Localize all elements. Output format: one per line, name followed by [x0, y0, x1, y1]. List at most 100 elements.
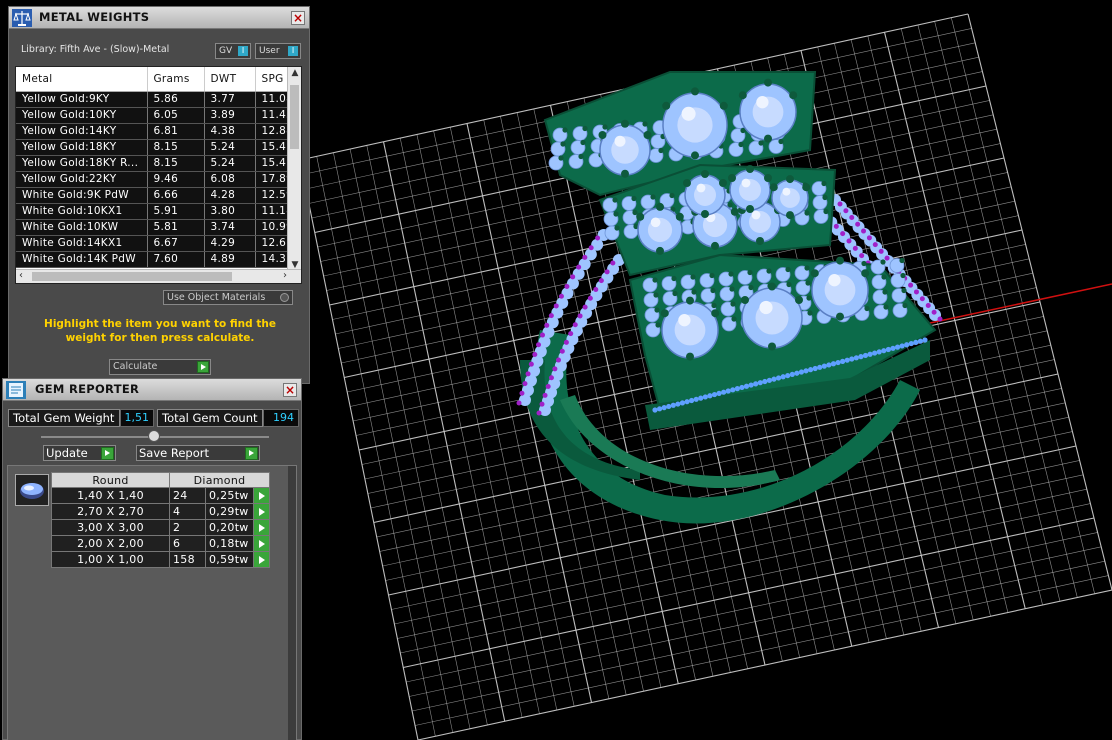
panel-title: METAL WEIGHTS — [39, 10, 150, 24]
save-report-label: Save Report — [139, 446, 210, 460]
library-label: Library: Fifth Ave - (Slow)-Metal — [21, 44, 170, 55]
gem-reporter-titlebar[interactable]: GEM REPORTER × — [3, 379, 301, 401]
metal-row[interactable]: Yellow Gold:18KY R... 8.15 5.24 15.41 — [16, 155, 295, 172]
gem-row[interactable]: 1,40 X 1,40 24 0,25tw — [51, 487, 270, 504]
metal-row[interactable]: White Gold:14K PdW 7.60 4.89 14.37 — [16, 251, 295, 268]
col-header-dwt[interactable]: DWT — [204, 67, 256, 92]
use-object-materials-label: Use Object Materials — [167, 292, 266, 303]
use-object-materials-toggle[interactable]: Use Object Materials — [163, 290, 293, 305]
metal-cell-metal: Yellow Gold:22KY — [16, 171, 148, 188]
metal-cell-dwt: 4.28 — [204, 187, 256, 204]
gem-cell-count: 24 — [169, 487, 206, 504]
calculate-label: Calculate — [113, 361, 158, 372]
gv-toggle[interactable]: GV I — [215, 43, 251, 59]
select-gem-button[interactable] — [253, 535, 270, 552]
play-icon — [245, 447, 258, 460]
metal-row[interactable]: Yellow Gold:10KY 6.05 3.89 11.43 — [16, 107, 295, 124]
gem-cell-weight: 0,20tw — [205, 519, 254, 536]
metal-cell-metal: Yellow Gold:10KY — [16, 107, 148, 124]
metal-cell-dwt: 5.24 — [204, 139, 256, 156]
hscroll-thumb[interactable] — [32, 272, 232, 281]
gem-list-area: Round Diamond 1,40 X 1,40 24 0,25tw 2,70 X … — [7, 465, 297, 740]
metal-cell-dwt: 6.08 — [204, 171, 256, 188]
metal-row[interactable]: Yellow Gold:14KY 6.81 4.38 12.88 — [16, 123, 295, 140]
close-icon[interactable]: × — [291, 11, 305, 25]
gem-cell-count: 2 — [169, 519, 206, 536]
gem-table: Round Diamond 1,40 X 1,40 24 0,25tw 2,70 X … — [51, 472, 270, 568]
total-gem-weight-value: 1,51 — [120, 409, 154, 427]
metal-row[interactable]: White Gold:9K PdW 6.66 4.28 12.59 — [16, 187, 295, 204]
metal-cell-metal: White Gold:14K PdW — [16, 251, 148, 268]
metal-cell-grams: 7.60 — [147, 251, 205, 268]
report-icon — [6, 381, 26, 399]
metal-row[interactable]: Yellow Gold:22KY 9.46 6.08 17.89 — [16, 171, 295, 188]
metal-row[interactable]: Yellow Gold:18KY 8.15 5.24 15.41 — [16, 139, 295, 156]
scroll-up-icon[interactable]: ▲ — [288, 68, 301, 78]
metal-weights-panel: METAL WEIGHTS × Library: Fifth Ave - (Sl… — [8, 6, 310, 384]
user-toggle-label: User — [259, 46, 280, 56]
gv-toggle-indicator: I — [238, 46, 248, 56]
gv-toggle-label: GV — [219, 46, 233, 56]
radio-icon — [280, 293, 289, 302]
gem-table-header: Round Diamond — [51, 472, 270, 488]
metal-cell-grams: 5.86 — [147, 91, 205, 108]
metal-table-vscroll[interactable]: ▲ ▼ — [287, 67, 301, 271]
panel-title: GEM REPORTER — [35, 382, 140, 396]
save-report-button[interactable]: Save Report — [136, 445, 260, 461]
select-gem-button[interactable] — [253, 519, 270, 536]
gem-cell-weight: 0,29tw — [205, 503, 254, 520]
play-icon — [101, 447, 114, 460]
select-gem-button[interactable] — [253, 487, 270, 504]
select-gem-button[interactable] — [253, 551, 270, 568]
gem-cell-size: 2,00 X 2,00 — [51, 535, 170, 552]
metal-cell-grams: 5.91 — [147, 203, 205, 220]
metal-cell-metal: White Gold:14KX1 — [16, 235, 148, 252]
metal-cell-dwt: 3.74 — [204, 219, 256, 236]
gem-reporter-panel: GEM REPORTER × Total Gem Weight 1,51 Tot… — [2, 378, 302, 740]
gem-row[interactable]: 3,00 X 3,00 2 0,20tw — [51, 519, 270, 536]
gem-list-scrollbar[interactable] — [288, 466, 296, 740]
gem-cell-size: 2,70 X 2,70 — [51, 503, 170, 520]
metal-cell-grams: 9.46 — [147, 171, 205, 188]
scroll-right-icon[interactable]: › — [283, 270, 287, 281]
metal-cell-dwt: 3.77 — [204, 91, 256, 108]
metal-row[interactable]: White Gold:10KW 5.81 3.74 10.99 — [16, 219, 295, 236]
col-header-metal[interactable]: Metal — [16, 67, 148, 92]
shape-header: Round — [51, 472, 170, 488]
col-header-grams[interactable]: Grams — [147, 67, 205, 92]
panel-slider-knob[interactable] — [148, 430, 160, 442]
round-gem-icon[interactable] — [15, 474, 49, 506]
metal-cell-metal: Yellow Gold:14KY — [16, 123, 148, 140]
scroll-thumb[interactable] — [290, 85, 299, 149]
update-button[interactable]: Update — [43, 445, 116, 461]
metal-weights-titlebar[interactable]: METAL WEIGHTS × — [9, 7, 309, 29]
total-gem-count-label: Total Gem Count — [157, 409, 263, 427]
calculate-button[interactable]: Calculate — [109, 359, 211, 375]
metal-cell-metal: Yellow Gold:18KY R... — [16, 155, 148, 172]
metal-cell-dwt: 3.80 — [204, 203, 256, 220]
gem-row[interactable]: 2,00 X 2,00 6 0,18tw — [51, 535, 270, 552]
metal-cell-dwt: 3.89 — [204, 107, 256, 124]
metal-cell-metal: Yellow Gold:9KY — [16, 91, 148, 108]
instruction-text: Highlight the item you want to find the … — [44, 318, 276, 344]
metal-row[interactable]: Yellow Gold:9KY 5.86 3.77 11.08 — [16, 91, 295, 108]
scale-icon — [12, 9, 32, 27]
user-toggle[interactable]: User I — [255, 43, 301, 59]
metal-cell-grams: 8.15 — [147, 155, 205, 172]
gem-cell-count: 6 — [169, 535, 206, 552]
user-toggle-indicator: I — [288, 46, 298, 56]
metal-cell-dwt: 4.29 — [204, 235, 256, 252]
metal-cell-dwt: 4.89 — [204, 251, 256, 268]
metal-row[interactable]: White Gold:14KX1 6.67 4.29 12.61 — [16, 235, 295, 252]
metal-cell-grams: 6.67 — [147, 235, 205, 252]
gem-cell-size: 1,00 X 1,00 — [51, 551, 170, 568]
material-header: Diamond — [169, 472, 270, 488]
metal-table-hscroll[interactable]: ‹ › — [16, 269, 301, 283]
scroll-left-icon[interactable]: ‹ — [19, 270, 23, 281]
gem-row[interactable]: 2,70 X 2,70 4 0,29tw — [51, 503, 270, 520]
select-gem-button[interactable] — [253, 503, 270, 520]
metal-cell-grams: 6.66 — [147, 187, 205, 204]
metal-row[interactable]: White Gold:10KX1 5.91 3.80 11.18 — [16, 203, 295, 220]
close-icon[interactable]: × — [283, 383, 297, 397]
gem-row[interactable]: 1,00 X 1,00 158 0,59tw — [51, 551, 270, 568]
